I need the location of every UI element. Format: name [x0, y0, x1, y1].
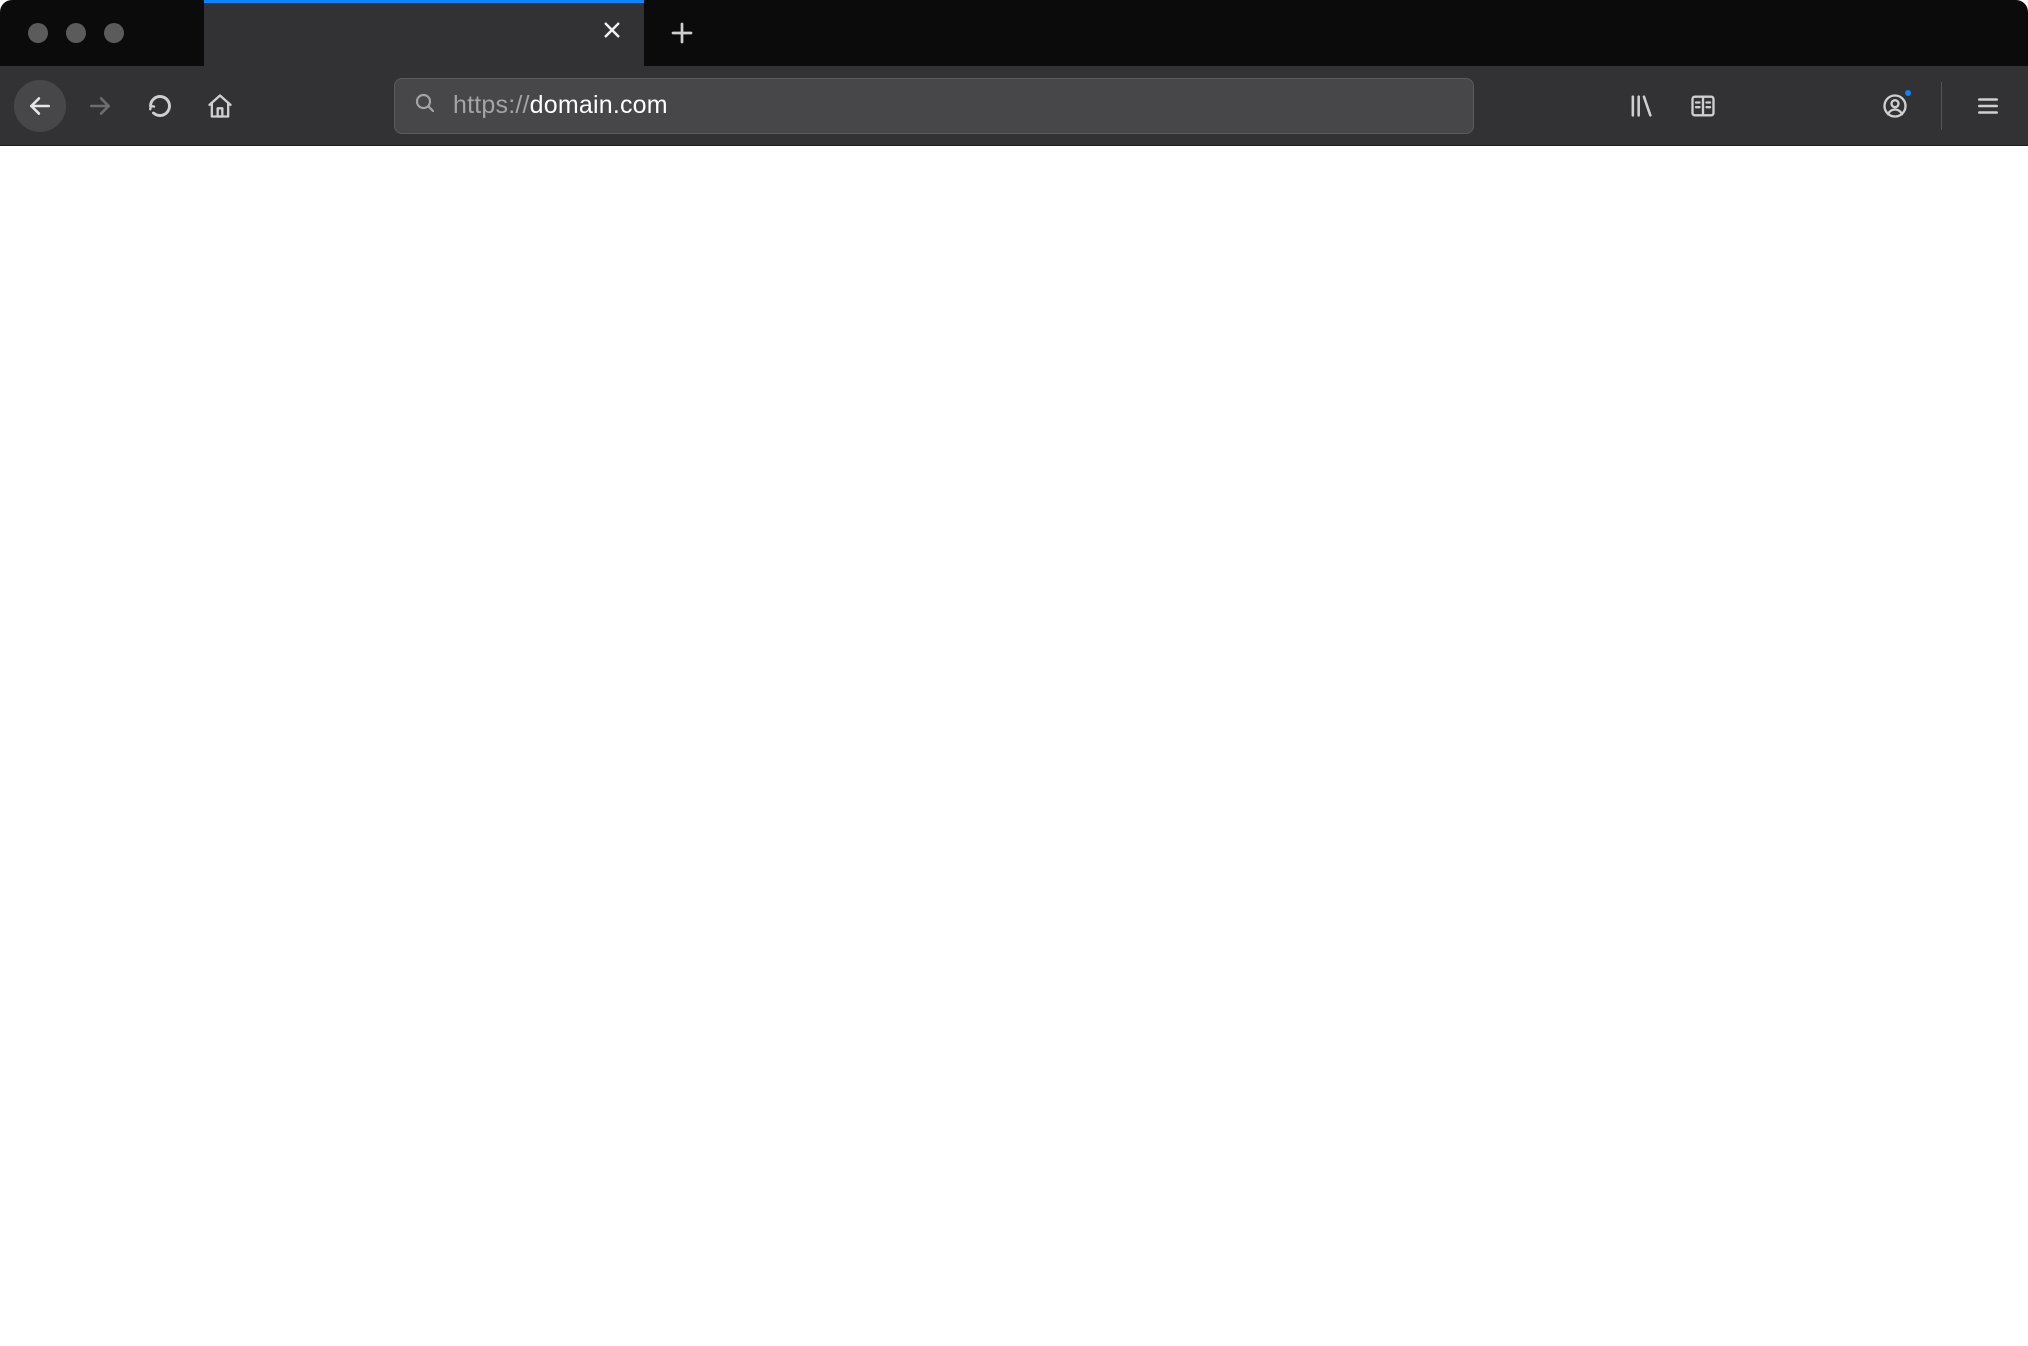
toolbar-separator [1941, 82, 1942, 130]
hamburger-menu-icon [1975, 93, 2001, 119]
url-text: https://domain.com [453, 91, 1455, 120]
reader-view-icon [1689, 92, 1717, 120]
browser-window: https://domain.com [0, 0, 2028, 1346]
search-icon [413, 91, 437, 120]
url-protocol: https:// [453, 91, 530, 119]
tab-active[interactable] [204, 0, 644, 66]
tab-close-button[interactable] [598, 16, 626, 50]
profile-button[interactable] [1869, 80, 1921, 132]
tab-strip [0, 0, 2028, 66]
reload-button[interactable] [134, 80, 186, 132]
library-button[interactable] [1615, 80, 1667, 132]
window-maximize-button[interactable] [104, 23, 124, 43]
forward-icon [87, 93, 113, 119]
window-minimize-button[interactable] [66, 23, 86, 43]
app-menu-button[interactable] [1962, 80, 2014, 132]
window-controls [0, 0, 124, 66]
navigation-toolbar: https://domain.com [0, 66, 2028, 146]
address-bar[interactable]: https://domain.com [394, 78, 1474, 134]
home-icon [206, 92, 234, 120]
notification-dot [1903, 88, 1913, 98]
close-icon [602, 20, 622, 40]
home-button[interactable] [194, 80, 246, 132]
library-icon [1627, 92, 1655, 120]
toolbar-right-icons [1615, 80, 2014, 132]
back-icon [27, 93, 53, 119]
new-tab-button[interactable] [658, 9, 706, 57]
url-host: domain.com [530, 91, 668, 119]
page-content [0, 146, 2028, 1346]
forward-button[interactable] [74, 80, 126, 132]
tab-loading-indicator [204, 0, 644, 3]
sidebar-button[interactable] [1677, 80, 1729, 132]
back-button[interactable] [14, 80, 66, 132]
window-close-button[interactable] [28, 23, 48, 43]
reload-icon [147, 93, 173, 119]
plus-icon [670, 21, 694, 45]
